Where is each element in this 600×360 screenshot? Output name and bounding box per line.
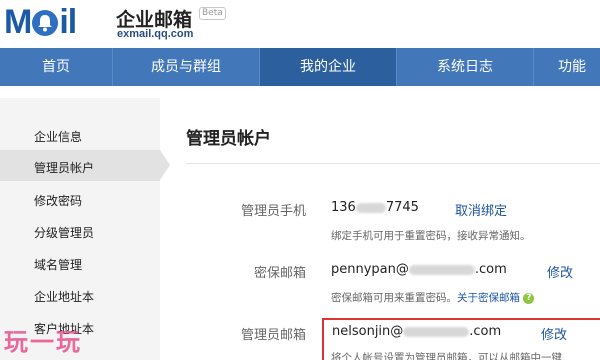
brand-url: exmail.qq.com bbox=[117, 28, 194, 40]
phone-value: 136 7745 bbox=[331, 200, 419, 215]
sidebar-item-domain-management[interactable]: 域名管理 bbox=[34, 256, 82, 273]
sidebar-item-change-password[interactable]: 修改密码 bbox=[34, 192, 82, 209]
title-divider bbox=[186, 163, 600, 164]
sidebar-item-admin-account[interactable]: 管理员帐户 bbox=[34, 159, 94, 176]
logo-letter-m: M bbox=[4, 2, 32, 41]
phone-value-suffix: 7745 bbox=[385, 200, 419, 215]
sidebar-item-enterprise-address-book[interactable]: 企业地址本 bbox=[34, 288, 94, 305]
page-title: 管理员帐户 bbox=[186, 129, 271, 149]
redacted-blur bbox=[403, 326, 470, 337]
modify-security-email-link[interactable]: 修改 bbox=[547, 262, 573, 281]
phone-label: 管理员手机 bbox=[240, 204, 306, 219]
security-email-hint: 密保邮箱可用来重置密码。关于密保邮箱 ? bbox=[331, 290, 535, 305]
redacted-blur bbox=[408, 264, 475, 275]
admin-email-label: 管理员邮箱 bbox=[240, 328, 306, 343]
logo-letters-il: il bbox=[59, 2, 77, 41]
bell-icon bbox=[32, 10, 59, 36]
modify-admin-email-link[interactable]: 修改 bbox=[541, 324, 567, 343]
phone-value-prefix: 136 bbox=[331, 200, 356, 215]
nav-item-members[interactable]: 成员与群组 bbox=[113, 48, 259, 86]
top-nav: 首页 成员与群组 我的企业 系统日志 功能 bbox=[0, 48, 600, 86]
security-email-prefix: pennypan@ bbox=[331, 262, 409, 277]
security-email-hint-text: 密保邮箱可用来重置密码。 bbox=[331, 292, 457, 304]
mail-logo[interactable]: M il bbox=[4, 2, 77, 42]
security-email-label: 密保邮箱 bbox=[253, 266, 306, 281]
admin-email-hint: 将个人帐号设置为管理员邮箱，可以从邮箱中一键 bbox=[331, 352, 562, 360]
redacted-blur bbox=[355, 202, 386, 213]
about-security-email-link[interactable]: 关于密保邮箱 bbox=[457, 292, 520, 304]
phone-hint: 绑定手机可用于重置密码，接收异常通知。 bbox=[331, 230, 531, 242]
admin-email-value: nelsonjin@ .com bbox=[332, 324, 501, 339]
security-email-suffix: .com bbox=[474, 262, 507, 277]
admin-email-prefix: nelsonjin@ bbox=[332, 324, 404, 339]
nav-item-features[interactable]: 功能 bbox=[534, 48, 600, 86]
help-icon[interactable]: ? bbox=[523, 292, 535, 304]
sidebar: 企业信息 管理员帐户 修改密码 分级管理员 域名管理 企业地址本 客户地址本 bbox=[0, 98, 170, 360]
app-header: M il 企业邮箱 Beta exmail.qq.com bbox=[0, 0, 600, 48]
admin-email-suffix: .com bbox=[469, 324, 502, 339]
nav-item-home[interactable]: 首页 bbox=[0, 48, 112, 86]
watermark: 玩一玩 bbox=[4, 328, 82, 356]
unbind-phone-link[interactable]: 取消绑定 bbox=[455, 200, 507, 219]
nav-item-my-enterprise[interactable]: 我的企业 bbox=[260, 48, 396, 86]
sidebar-item-enterprise-info[interactable]: 企业信息 bbox=[34, 128, 82, 145]
sidebar-item-sub-admins[interactable]: 分级管理员 bbox=[34, 224, 94, 241]
nav-item-system-log[interactable]: 系统日志 bbox=[397, 48, 533, 86]
security-email-value: pennypan@ .com bbox=[331, 262, 507, 277]
beta-badge: Beta bbox=[199, 7, 226, 20]
